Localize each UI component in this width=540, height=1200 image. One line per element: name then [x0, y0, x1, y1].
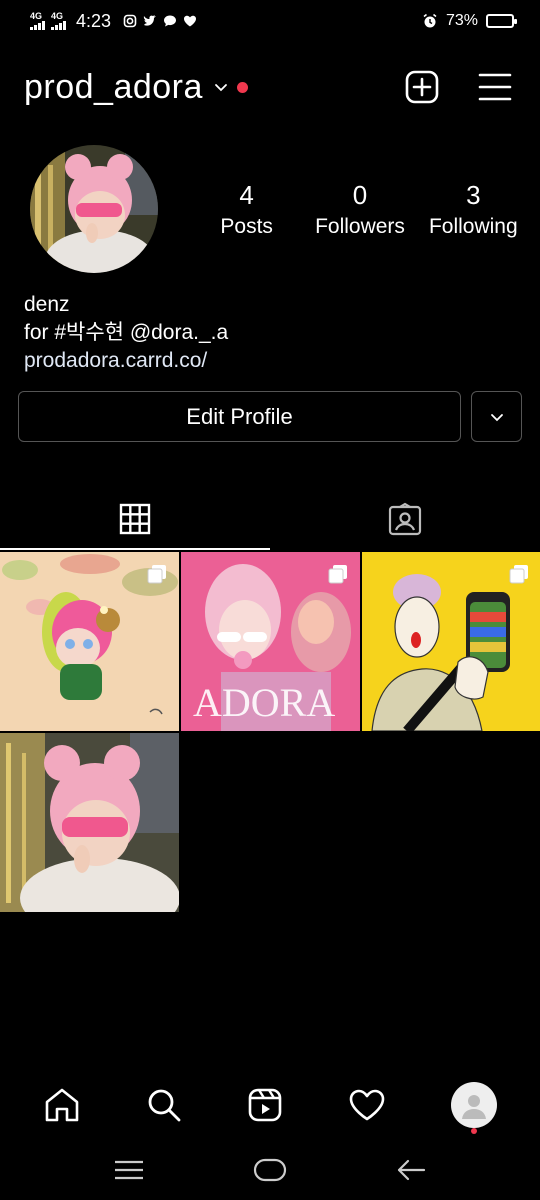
tagged-icon [388, 502, 422, 536]
tab-posts-grid[interactable] [0, 488, 270, 550]
heart-status-icon [184, 15, 197, 27]
menu-icon[interactable] [478, 72, 512, 102]
back-icon[interactable] [396, 1158, 426, 1182]
clock: 4:23 [76, 10, 112, 31]
posts-grid: ADORA [0, 552, 540, 912]
system-navigation [0, 1145, 540, 1195]
post-thumbnail[interactable]: ADORA [181, 552, 360, 731]
multi-image-icon [509, 565, 528, 584]
status-bar: 4G 4G 4:23 73% [0, 0, 540, 42]
instagram-icon [123, 14, 137, 28]
notification-dot [471, 1128, 478, 1134]
stat-following[interactable]: 3 Following [417, 180, 530, 239]
following-label: Following [428, 215, 518, 238]
chevron-down-icon [490, 413, 503, 421]
default-avatar-icon [462, 1095, 487, 1119]
chevron-down-icon[interactable] [213, 79, 229, 95]
profile-bio: denz for #박수현 @dora._.a prodadora.carrd.… [24, 291, 228, 375]
following-count: 3 [466, 180, 481, 210]
signal-icon: 4G [30, 12, 45, 30]
chat-bubble-icon [164, 15, 177, 27]
notification-dot [236, 81, 248, 93]
profile-header: prod_adora [24, 62, 512, 112]
posts-label: Posts [220, 215, 273, 238]
post-thumbnail[interactable] [362, 552, 540, 731]
heart-icon[interactable] [348, 1088, 386, 1122]
bio-link[interactable]: prodadora.carrd.co/ [24, 347, 228, 375]
profile-tabs [0, 488, 540, 550]
twitter-icon [143, 15, 157, 26]
multi-image-icon [147, 565, 166, 584]
username[interactable]: prod_adora [24, 68, 203, 107]
reels-icon[interactable] [247, 1087, 283, 1123]
edit-profile-button[interactable]: Edit Profile [18, 391, 461, 442]
tab-tagged[interactable] [270, 488, 540, 550]
network-type: 4G [30, 11, 43, 21]
followers-count: 0 [352, 180, 368, 210]
network-type-2: 4G [51, 11, 64, 21]
profile-tab-avatar[interactable] [451, 1082, 498, 1134]
post-thumbnail[interactable] [0, 733, 179, 912]
alarm-icon [423, 13, 437, 28]
profile-avatar[interactable] [30, 145, 158, 273]
profile-actions: Edit Profile [18, 391, 522, 442]
search-icon[interactable] [146, 1087, 182, 1123]
battery-icon [486, 14, 517, 28]
profile-stats: 4 Posts 0 Followers 3 Following [190, 180, 530, 239]
multi-image-icon [328, 565, 347, 584]
signal-icon-2: 4G [51, 12, 66, 30]
post-thumbnail[interactable] [0, 552, 179, 731]
create-post-icon[interactable] [404, 69, 440, 105]
home-pill-icon[interactable] [253, 1158, 287, 1182]
display-name: denz [24, 293, 70, 316]
grid-icon [119, 503, 151, 535]
posts-count: 4 [239, 180, 254, 210]
post-image [0, 733, 179, 912]
discover-people-button[interactable] [471, 391, 522, 442]
stat-posts[interactable]: 4 Posts [190, 180, 303, 239]
bio-text: for #박수현 @dora._.a [24, 321, 229, 344]
stat-followers[interactable]: 0 Followers [303, 180, 416, 239]
avatar-photo [30, 145, 158, 273]
followers-label: Followers [315, 215, 405, 238]
bottom-navigation [0, 1075, 540, 1135]
recents-icon[interactable] [114, 1160, 144, 1180]
battery-percent: 73% [445, 12, 478, 29]
post-overlay-text: ADORA [193, 680, 335, 725]
home-icon[interactable] [43, 1087, 81, 1123]
